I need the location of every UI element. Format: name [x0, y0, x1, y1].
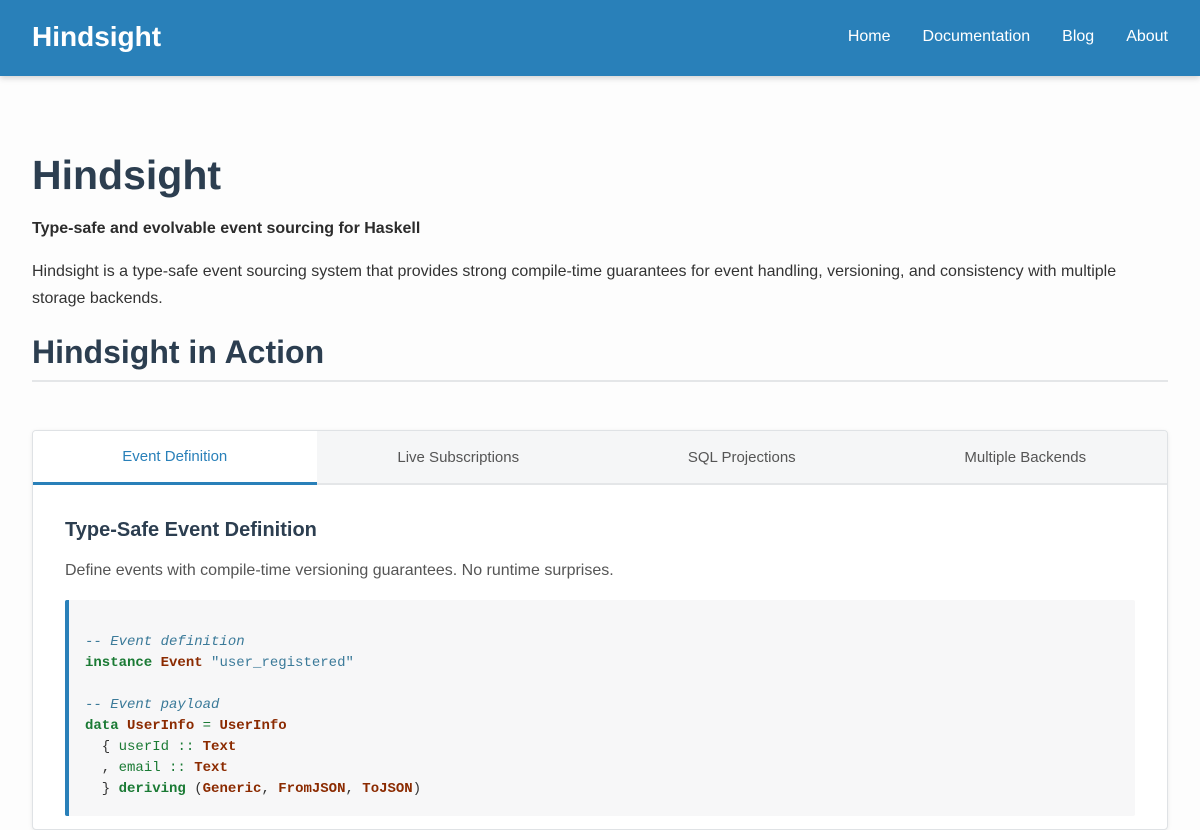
tagline: Type-safe and evolvable event sourcing f…: [32, 220, 421, 237]
code-keyword: deriving: [118, 781, 186, 797]
code-string: "user_registered": [211, 655, 354, 671]
main-nav: Home Documentation Blog About: [848, 28, 1168, 46]
code-type: UserInfo: [219, 718, 287, 734]
section-divider: [32, 380, 1168, 382]
nav-link-home[interactable]: Home: [848, 28, 891, 46]
tab-event-definition[interactable]: Event Definition: [33, 431, 317, 485]
tab-panel-event-definition: Type-Safe Event Definition Define events…: [33, 485, 1167, 816]
code-type: Text: [194, 760, 228, 776]
nav-link-documentation[interactable]: Documentation: [923, 28, 1031, 46]
code-type: Event: [160, 655, 203, 671]
page-title: Hindsight: [32, 152, 222, 198]
tab-bar: Event Definition Live Subscriptions SQL …: [33, 431, 1167, 485]
code-field: email: [118, 760, 161, 776]
code-type: Text: [202, 739, 237, 755]
code-operator: ::: [177, 739, 195, 755]
code-block[interactable]: -- Event definition instance Event "user…: [65, 600, 1135, 816]
nav-link-blog[interactable]: Blog: [1062, 28, 1094, 46]
code-comment: -- Event definition: [85, 634, 245, 650]
code-operator: =: [202, 718, 212, 734]
intro-description: Hindsight is a type-safe event sourcing …: [32, 263, 1117, 307]
panel-description: Define events with compile-time versioni…: [65, 562, 614, 579]
code-type: FromJSON: [278, 781, 346, 797]
code-type: UserInfo: [127, 718, 195, 734]
code-field: userId: [118, 739, 170, 755]
code-comment: -- Event payload: [85, 697, 220, 713]
panel-title: Type-Safe Event Definition: [65, 519, 317, 541]
nav-link-about[interactable]: About: [1126, 28, 1168, 46]
code-type: Generic: [202, 781, 262, 797]
section-title: Hindsight in Action: [32, 334, 325, 370]
code-type: ToJSON: [362, 781, 413, 797]
brand-logo-text[interactable]: Hindsight: [32, 21, 161, 53]
tab-live-subscriptions[interactable]: Live Subscriptions: [317, 431, 601, 483]
tab-sql-projections[interactable]: SQL Projections: [600, 431, 884, 483]
top-navbar: Hindsight Home Documentation Blog About: [0, 0, 1200, 76]
code-keyword: data: [85, 718, 119, 734]
example-tabs-card: Event Definition Live Subscriptions SQL …: [32, 430, 1168, 830]
tab-multiple-backends[interactable]: Multiple Backends: [884, 431, 1168, 483]
code-keyword: instance: [85, 655, 153, 671]
code-operator: ::: [169, 760, 186, 776]
